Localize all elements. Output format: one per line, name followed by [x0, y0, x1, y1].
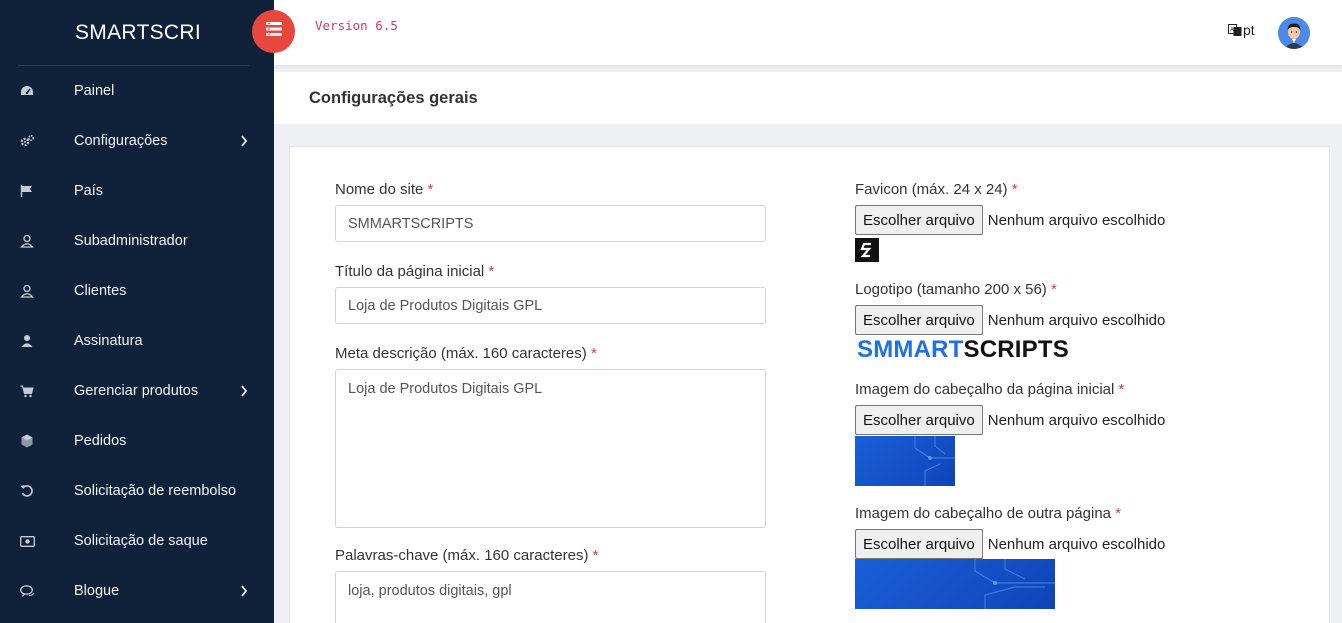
- home-title-label: Título da página inicial *: [335, 263, 494, 280]
- sidebar-item-label: Subadministrador: [74, 233, 188, 249]
- site-name-input[interactable]: SMMARTSCRIPTS: [335, 205, 766, 242]
- top-header: Version 6.5 A pt: [274, 0, 1342, 66]
- gears-icon: [19, 133, 35, 149]
- sidebar-item-label: País: [74, 183, 104, 199]
- sidebar-item-gerenciar-produtos[interactable]: Gerenciar produtos: [0, 366, 274, 416]
- sidebar-item-label: Pedidos: [74, 433, 127, 449]
- no-file-text: Nenhum arquivo escolhido: [987, 535, 1166, 553]
- sidebar-item-subadministrador[interactable]: Subadministrador: [0, 216, 274, 266]
- brand-name[interactable]: SMARTSCRI: [0, 0, 274, 66]
- sidebar-item-label: Configurações: [74, 133, 168, 149]
- sidebar-item-label: Painel: [74, 83, 115, 99]
- page-title: Configurações gerais: [309, 89, 478, 107]
- required-marker: *: [1115, 505, 1122, 522]
- chevron-right-icon: [240, 584, 250, 598]
- sidebar-item-label: Assinatura: [74, 333, 143, 349]
- required-marker: *: [488, 263, 495, 280]
- user-solid-icon: [19, 333, 35, 349]
- choose-file-button[interactable]: Escolher arquivo: [855, 529, 983, 559]
- favicon-preview: [855, 238, 879, 262]
- logo-text-black: SCRIPTS: [963, 336, 1069, 363]
- chat-icon: [19, 583, 35, 599]
- page-title-bar: Configurações gerais: [274, 72, 1342, 124]
- sidebar-item-label: Clientes: [74, 283, 127, 299]
- translate-icon: A: [1228, 23, 1242, 37]
- sidebar-menu: Painel Configurações País Subadministrad…: [0, 66, 274, 616]
- sidebar-item-pais[interactable]: País: [0, 166, 274, 216]
- undo-icon: [19, 483, 35, 499]
- chevron-right-icon: [240, 134, 250, 148]
- sidebar: SMARTSCRI Painel Configurações País Suba…: [0, 0, 274, 623]
- home-title-input[interactable]: Loja de Produtos Digitais GPL: [335, 287, 766, 324]
- choose-file-button[interactable]: Escolher arquivo: [855, 305, 983, 335]
- cube-icon: [19, 433, 35, 449]
- language-code: pt: [1243, 22, 1255, 38]
- sidebar-item-label: Solicitação de saque: [74, 533, 208, 549]
- keywords-label-text: Palavras-chave (máx. 160 caracteres): [335, 547, 589, 564]
- home-header-file-input[interactable]: Escolher arquivo Nenhum arquivo escolhid…: [855, 405, 1165, 435]
- meta-description-label-text: Meta descrição (máx. 160 caracteres): [335, 345, 587, 362]
- sidebar-item-assinatura[interactable]: Assinatura: [0, 316, 274, 366]
- sidebar-item-configuracoes[interactable]: Configurações: [0, 116, 274, 166]
- sidebar-item-label: Solicitação de reembolso: [74, 483, 237, 499]
- required-marker: *: [1011, 181, 1018, 198]
- other-header-label-text: Imagem do cabeçalho de outra página: [855, 505, 1112, 522]
- choose-file-button[interactable]: Escolher arquivo: [855, 405, 983, 435]
- no-file-text: Nenhum arquivo escolhido: [987, 411, 1166, 429]
- sidebar-item-painel[interactable]: Painel: [0, 66, 274, 116]
- other-header-image-label: Imagem do cabeçalho de outra página *: [855, 505, 1121, 522]
- sidebar-item-label: Blogue: [74, 583, 120, 599]
- no-file-text: Nenhum arquivo escolhido: [987, 311, 1166, 329]
- sidebar-item-clientes[interactable]: Clientes: [0, 266, 274, 316]
- home-header-label-text: Imagem do cabeçalho da página inicial: [855, 381, 1115, 398]
- required-marker: *: [590, 345, 597, 362]
- logo-label: Logotipo (tamanho 200 x 56) *: [855, 281, 1057, 298]
- cart-icon: [19, 383, 35, 399]
- required-marker: *: [592, 547, 599, 564]
- settings-form-card: Nome do site * SMMARTSCRIPTS Título da p…: [289, 146, 1330, 623]
- version-label: Version 6.5: [315, 18, 398, 33]
- other-header-preview: [855, 559, 1055, 609]
- sidebar-item-solicitacao-reembolso[interactable]: Solicitação de reembolso: [0, 466, 274, 516]
- user-outline-icon: [19, 283, 35, 299]
- sidebar-item-pedidos[interactable]: Pedidos: [0, 416, 274, 466]
- keywords-textarea[interactable]: loja, produtos digitais, gpl: [335, 571, 766, 623]
- logo-preview: SMMARTSCRIPTS: [857, 336, 1069, 364]
- favicon-label-text: Favicon (máx. 24 x 24): [855, 181, 1008, 198]
- money-icon: [19, 533, 35, 549]
- meta-description-textarea[interactable]: Loja de Produtos Digitais GPL: [335, 369, 766, 528]
- choose-file-button[interactable]: Escolher arquivo: [855, 205, 983, 235]
- required-marker: *: [427, 181, 434, 198]
- user-avatar[interactable]: [1278, 17, 1310, 49]
- logo-file-input[interactable]: Escolher arquivo Nenhum arquivo escolhid…: [855, 305, 1165, 335]
- sidebar-item-label: Gerenciar produtos: [74, 383, 199, 399]
- keywords-label: Palavras-chave (máx. 160 caracteres) *: [335, 547, 598, 564]
- user-outline-icon: [19, 233, 35, 249]
- sidebar-item-solicitacao-saque[interactable]: Solicitação de saque: [0, 516, 274, 566]
- language-selector[interactable]: A pt: [1228, 22, 1255, 38]
- home-header-image-label: Imagem do cabeçalho da página inicial *: [855, 381, 1124, 398]
- meta-description-label: Meta descrição (máx. 160 caracteres) *: [335, 345, 597, 362]
- other-header-file-input[interactable]: Escolher arquivo Nenhum arquivo escolhid…: [855, 529, 1165, 559]
- svg-text:A: A: [1230, 28, 1234, 34]
- logo-text-blue: SMMART: [857, 336, 964, 363]
- home-title-label-text: Título da página inicial: [335, 263, 485, 280]
- required-marker: *: [1050, 281, 1057, 298]
- chevron-right-icon: [240, 384, 250, 398]
- sidebar-item-blogue[interactable]: Blogue: [0, 566, 274, 616]
- sidebar-toggle-button[interactable]: [252, 10, 295, 53]
- flag-icon: [19, 183, 35, 199]
- site-name-label-text: Nome do site: [335, 181, 424, 198]
- favicon-file-input[interactable]: Escolher arquivo Nenhum arquivo escolhid…: [855, 205, 1165, 235]
- no-file-text: Nenhum arquivo escolhido: [987, 211, 1166, 229]
- home-header-preview: [855, 436, 955, 486]
- required-marker: *: [1118, 381, 1125, 398]
- logo-label-text: Logotipo (tamanho 200 x 56): [855, 281, 1047, 298]
- dashboard-icon: [19, 83, 35, 99]
- favicon-label: Favicon (máx. 24 x 24) *: [855, 181, 1018, 198]
- menu-icon: [264, 20, 284, 43]
- site-name-label: Nome do site *: [335, 181, 433, 198]
